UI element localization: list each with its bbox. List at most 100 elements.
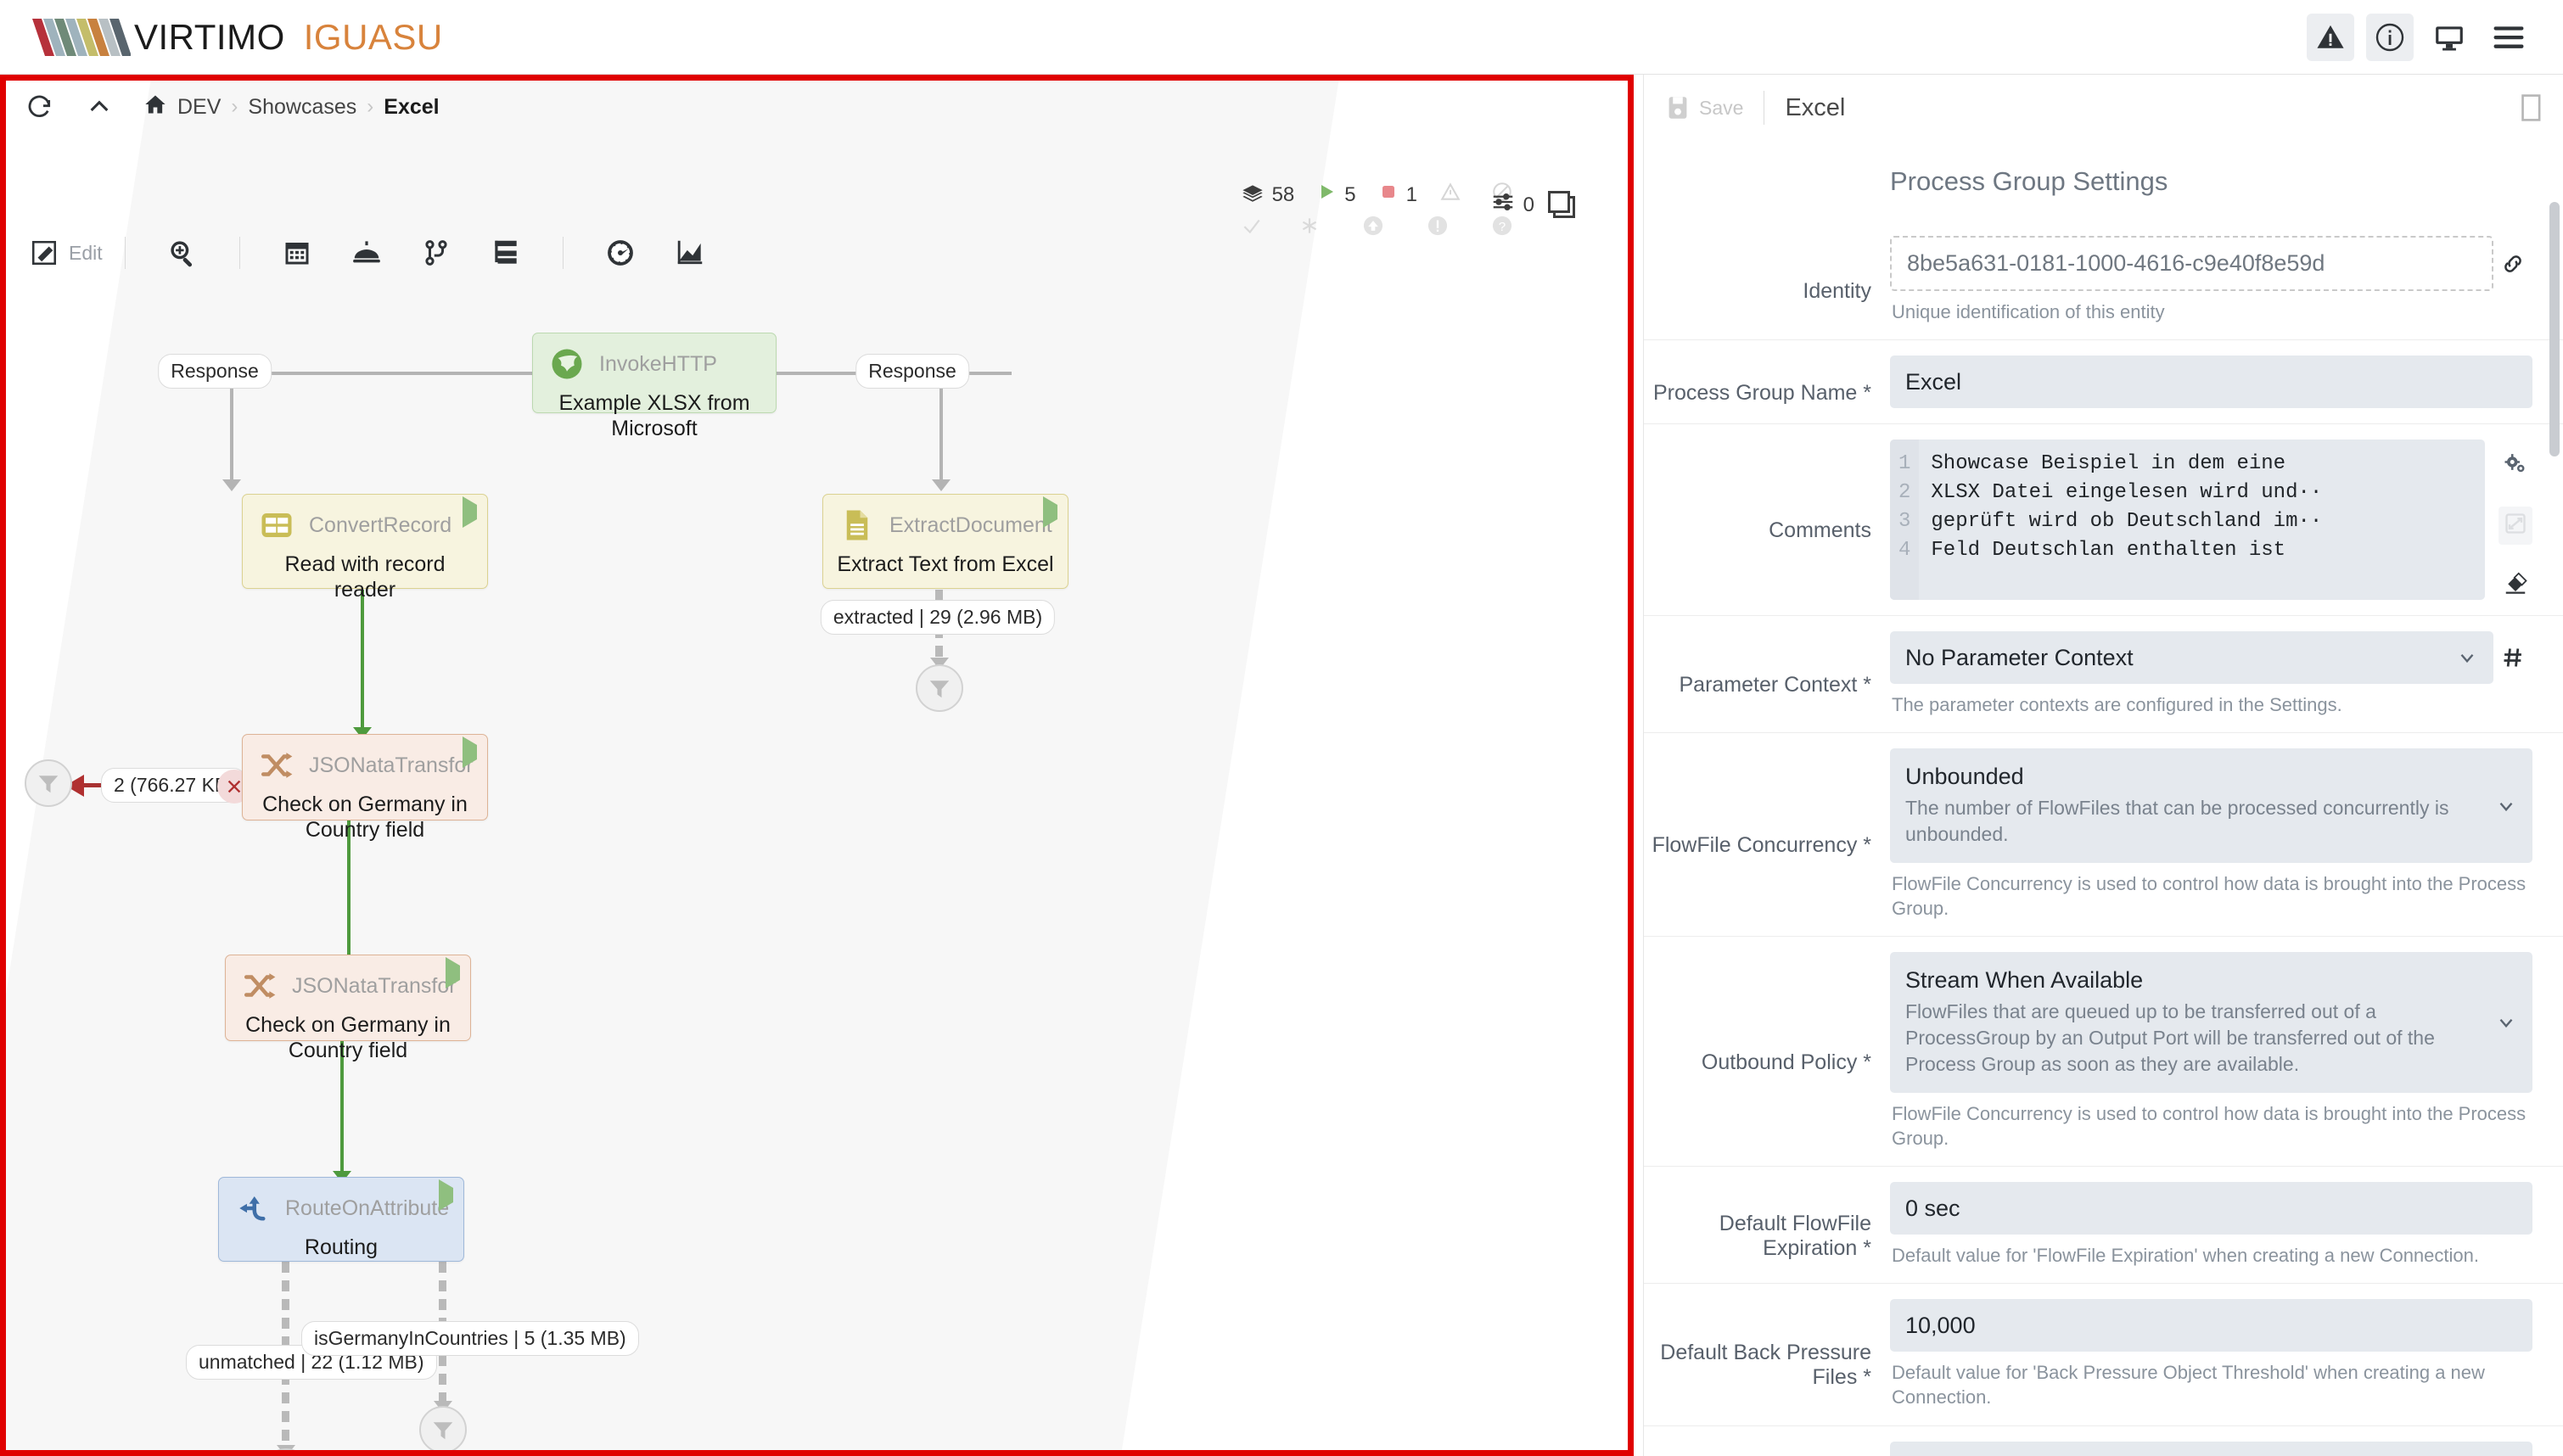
table-icon (258, 507, 295, 544)
field-default-flowfile-expiration-hint: Default value for 'FlowFile Expiration' … (1892, 1245, 2479, 1267)
flow-canvas-pane[interactable]: DEV › Showcases › Excel 58 5 1 ? 0 Edit … (0, 75, 1634, 1456)
save-button-label: Save (1699, 96, 1744, 119)
field-default-flowfile-expiration-label: Default FlowFile Expiration * (1719, 1211, 1871, 1260)
field-outbound-policy-hint: FlowFile Concurrency is used to control … (1892, 1103, 2527, 1150)
default-back-pressure-size-input[interactable]: 1 GB (1890, 1441, 2532, 1456)
toolbar-divider (124, 237, 126, 269)
panel-body[interactable]: Process Group Settings Identity 8be5a631… (1644, 141, 2563, 1456)
field-identity-label: Identity (1803, 278, 1871, 303)
node-name-label: Check on Germany in Country field (262, 792, 468, 842)
status-running-count: 5 (1344, 182, 1356, 206)
flow-node-jsonata-1[interactable]: JSONataTransformJ... Check on Germany in… (242, 734, 488, 842)
flowfile-concurrency-option-desc: The number of FlowFiles that can be proc… (1905, 797, 2449, 846)
connection-label-extracted[interactable]: extracted | 29 (2.96 MB) (820, 600, 1056, 635)
parameter-context-select[interactable]: No Parameter Context (1890, 631, 2493, 685)
breadcrumb-separator: › (367, 95, 374, 118)
zoom-search-icon[interactable] (163, 233, 202, 272)
calendar-icon[interactable] (278, 233, 317, 272)
info-icon[interactable] (2366, 13, 2414, 61)
breadcrumb: DEV › Showcases › Excel (143, 92, 440, 122)
up-arrow-icon (1361, 214, 1385, 238)
process-group-name-input[interactable]: Excel (1890, 356, 2532, 409)
funnel-isgermany[interactable] (419, 1406, 467, 1450)
breadcrumb-item-dev[interactable]: DEV (177, 95, 221, 120)
field-default-flowfile-expiration-control: 0 sec Default value for 'FlowFile Expira… (1890, 1167, 2532, 1283)
breadcrumb-item-showcases[interactable]: Showcases (248, 95, 356, 120)
expand-icon[interactable] (2499, 507, 2532, 546)
refresh-icon[interactable] (25, 92, 55, 122)
panel-scrollbar[interactable] (2549, 202, 2560, 456)
warning-icon[interactable] (2307, 13, 2354, 61)
connection-label-response-right[interactable]: Response (855, 354, 969, 389)
navigate-up-icon[interactable] (84, 92, 115, 122)
field-process-group-name-control: Excel (1890, 340, 2532, 423)
comments-editor[interactable]: 1234 Showcase Beispiel in dem eine XLSX … (1890, 440, 2485, 601)
square-front (1548, 190, 1570, 213)
funnel-extracted[interactable] (916, 664, 963, 712)
hamburger-menu-icon[interactable] (2485, 14, 2532, 61)
breadcrumb-item-excel: Excel (384, 94, 440, 119)
hierarchy-icon[interactable] (486, 233, 525, 272)
gears-icon[interactable] (2503, 451, 2528, 481)
route-icon (234, 1190, 272, 1227)
brand-name-primary: VIRTIMO (134, 16, 285, 57)
edit-button[interactable]: Edit (30, 238, 103, 267)
identity-input[interactable]: 8be5a631-0181-1000-4616-c9e40f8e59d (1890, 236, 2493, 291)
link-icon[interactable] (2493, 251, 2532, 277)
field-flowfile-concurrency-control: Unbounded The number of FlowFiles that c… (1890, 733, 2532, 936)
flow-node-convertrecord[interactable]: ConvertRecord Read with record reader (242, 494, 488, 602)
node-state-running-icon (446, 957, 460, 988)
document-panel-icon[interactable] (2519, 93, 2544, 126)
flow-node-invokehttp[interactable]: InvokeHTTP Example XLSX from Microsoft (532, 333, 777, 440)
save-button[interactable]: Save (1666, 95, 1743, 120)
default-back-pressure-files-input[interactable]: 10,000 (1890, 1299, 2532, 1352)
canvas-toolbar: Edit (6, 223, 725, 283)
outbound-policy-select[interactable]: Stream When Available FlowFiles that are… (1890, 952, 2532, 1094)
version-control-icon[interactable] (417, 233, 456, 272)
flow-node-extractdocumenttext[interactable]: ExtractDocumentTe... Extract Text from E… (822, 494, 1068, 589)
toolbar-divider (562, 237, 564, 269)
node-type-label: JSONataTransformJ... (309, 753, 474, 777)
chevron-down-icon (2456, 647, 2478, 669)
status-stopped-count: 1 (1405, 182, 1417, 206)
field-default-back-pressure-size-control: 1 GB Default value for 'Back Pressure Si… (1890, 1426, 2532, 1456)
breadcrumb-separator: › (231, 95, 238, 118)
connection-label-response-left[interactable]: Response (158, 354, 272, 389)
flow-node-routeonattribute[interactable]: RouteOnAttribute Routing (218, 1177, 464, 1262)
edit-button-label: Edit (69, 241, 103, 264)
play-icon (1316, 182, 1337, 208)
default-flowfile-expiration-input[interactable]: 0 sec (1890, 1182, 2532, 1235)
node-state-running-icon (463, 736, 477, 768)
status-invalid (1439, 181, 1469, 209)
duplicate-squares-icon[interactable] (1548, 190, 1577, 220)
virtimo-logo-mark (32, 18, 131, 56)
hash-icon[interactable] (2493, 646, 2532, 669)
service-bell-icon[interactable] (347, 233, 386, 272)
field-default-back-pressure-size: Default Back Pressure Size * 1 GB Defaul… (1644, 1425, 2563, 1456)
check-icon (1241, 215, 1263, 237)
node-state-running-icon (439, 1179, 453, 1211)
node-name-label: Read with record reader (284, 552, 446, 602)
flow-canvas[interactable]: DEV › Showcases › Excel 58 5 1 ? 0 Edit … (6, 81, 1628, 1450)
comments-side-actions (2485, 440, 2532, 600)
node-type-label: RouteOnAttribute (285, 1196, 450, 1220)
flow-node-jsonata-2[interactable]: JSONataTransformJ... Check on Germany in… (225, 955, 471, 1062)
asterisk-icon (1298, 215, 1321, 237)
gauge-icon[interactable] (601, 233, 640, 272)
warning-triangle-icon (1439, 181, 1461, 209)
chart-icon[interactable] (670, 233, 709, 272)
connection-label-isgermany[interactable]: isGermanyInCountries | 5 (1.35 MB) (301, 1321, 639, 1356)
funnel-failure[interactable] (25, 759, 72, 807)
node-header: ConvertRecord (243, 495, 487, 549)
field-parameter-context-control: No Parameter Context The parameter conte… (1890, 616, 2532, 732)
monitor-icon[interactable] (2426, 14, 2473, 61)
status-components-count: 58 (1271, 182, 1295, 206)
eraser-icon[interactable] (2503, 570, 2528, 600)
flowfile-concurrency-select[interactable]: Unbounded The number of FlowFiles that c… (1890, 748, 2532, 864)
node-type-label: InvokeHTTP (599, 351, 717, 376)
node-name-label: Extract Text from Excel (837, 552, 1054, 576)
field-parameter-context-hint: The parameter contexts are configured in… (1892, 694, 2342, 716)
home-icon[interactable] (143, 92, 167, 122)
comments-text[interactable]: Showcase Beispiel in dem eine XLSX Datei… (1919, 440, 2334, 600)
field-flowfile-concurrency-hint: FlowFile Concurrency is used to control … (1892, 873, 2527, 920)
